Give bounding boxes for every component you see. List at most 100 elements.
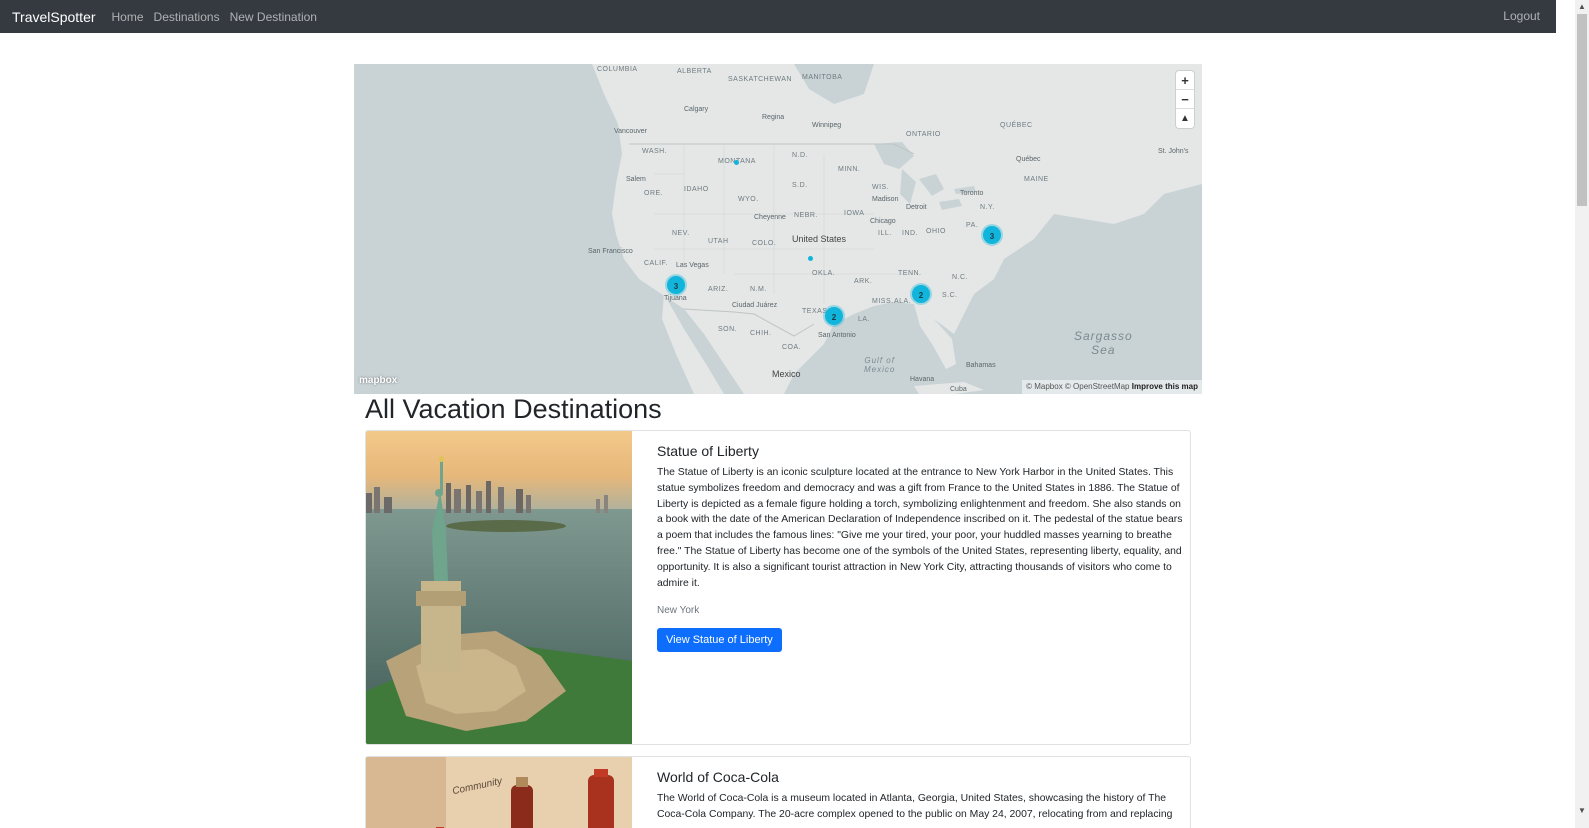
destination-title: Statue of Liberty — [657, 443, 759, 459]
map-label-nc: N.C. — [952, 274, 968, 281]
nav-destinations[interactable]: Destinations — [154, 10, 220, 24]
map-label-colo: COLO. — [752, 240, 777, 247]
destination-card: Statue of Liberty The Statue of Liberty … — [365, 430, 1191, 745]
destination-card-body: Statue of Liberty The Statue of Liberty … — [657, 443, 1183, 653]
map-label-ariz: ARIZ. — [708, 286, 729, 293]
map-sea-gulf: Gulf of Mexico — [864, 356, 896, 374]
brand-link[interactable]: TravelSpotter — [12, 9, 96, 25]
destination-title: World of Coca-Cola — [657, 769, 779, 785]
page-title: All Vacation Destinations — [365, 394, 662, 424]
map-label-texas: TEXAS — [802, 308, 828, 315]
destinations-map[interactable]: COLUMBIA ALBERTA SASKATCHEWAN MANITOBA O… — [354, 64, 1202, 394]
map-city-las-vegas: Las Vegas — [676, 262, 709, 269]
map-label-wis: WIS. — [872, 184, 890, 191]
map-city-quebec: Québec — [1016, 156, 1041, 163]
map-label-coa: COA. — [782, 344, 802, 351]
nav-new-destination[interactable]: New Destination — [230, 10, 317, 24]
map-city-tijuana: Tijuana — [664, 295, 687, 302]
map-city-salem: Salem — [626, 176, 646, 183]
view-destination-button[interactable]: View Statue of Liberty — [657, 628, 782, 653]
map-label-miss: MISS. — [872, 298, 894, 305]
map-label-utah: UTAH — [708, 238, 729, 245]
map-city-chicago: Chicago — [870, 218, 896, 225]
map-city-cuba: Cuba — [950, 386, 967, 393]
map-cluster-east[interactable]: 3 — [983, 226, 1001, 244]
map-label-wyo: WYO. — [738, 196, 759, 203]
map-label-nd: N.D. — [792, 152, 808, 159]
map-city-st-johns: St. John's — [1158, 148, 1189, 155]
map-label-minn: MINN. — [838, 166, 861, 173]
map-cluster-west[interactable]: 3 — [667, 276, 685, 294]
map-label-nebr: NEBR. — [794, 212, 818, 219]
scroll-up-arrow-icon[interactable]: ▲ — [1575, 0, 1589, 14]
map-label-okla: OKLA. — [812, 270, 836, 277]
destination-description: The World of Coca-Cola is a museum locat… — [657, 793, 1173, 820]
page-scrollbar[interactable]: ▲ ▼ — [1575, 0, 1589, 828]
map-label-ill: ILL. — [878, 230, 892, 237]
map-city-san-antonio: San Antonio — [818, 332, 856, 339]
map-city-calgary: Calgary — [684, 106, 709, 113]
map-label-sc: S.C. — [942, 292, 958, 299]
map-controls: + − ▲ — [1176, 71, 1194, 128]
map-label-ontario: ONTARIO — [906, 131, 941, 138]
zoom-in-icon[interactable]: + — [1176, 71, 1194, 90]
improve-map-link[interactable]: Improve this map — [1132, 382, 1198, 391]
compass-icon[interactable]: ▲ — [1176, 109, 1194, 128]
map-city-madison: Madison — [872, 196, 899, 203]
map-point-montana[interactable] — [734, 160, 739, 165]
map-label-ohio: OHIO — [926, 228, 946, 235]
map-label-wash: WASH. — [642, 148, 668, 155]
map-label-ind: IND. — [902, 230, 918, 237]
map-country-mexico: Mexico — [772, 369, 801, 379]
map-label-calif: CALIF. — [644, 260, 669, 267]
attribution-text[interactable]: © Mapbox © OpenStreetMap — [1026, 382, 1129, 391]
zoom-out-icon[interactable]: − — [1176, 90, 1194, 109]
map-label-pa: PA. — [966, 222, 979, 229]
map-sea-sargasso: Sargasso Sea — [1074, 329, 1133, 357]
map-label-quebec: QUÉBEC — [1000, 122, 1033, 129]
destination-card: Community World of Coca-Cola The World o… — [365, 756, 1191, 828]
map-label-nm: N.M. — [750, 286, 767, 293]
map-city-havana: Havana — [910, 376, 935, 383]
map-city-regina: Regina — [762, 114, 785, 121]
map-label-manitoba: MANITOBA — [802, 74, 843, 81]
map-country-us: United States — [792, 234, 847, 244]
map-city-vancouver: Vancouver — [614, 128, 647, 135]
map-label-maine: MAINE — [1024, 176, 1049, 183]
destination-location: New York — [657, 605, 700, 617]
scroll-thumb[interactable] — [1577, 14, 1587, 206]
map-cluster-southeast[interactable]: 2 — [912, 285, 930, 303]
map-label-idaho: IDAHO — [684, 186, 709, 193]
map-city-winnipeg: Winnipeg — [812, 122, 842, 129]
map-city-toronto: Toronto — [960, 190, 984, 197]
map-city-san-francisco: San Francisco — [588, 248, 633, 255]
map-label-la: LA. — [858, 316, 871, 323]
map-label-ark: ARK. — [854, 278, 873, 285]
scroll-down-arrow-icon[interactable]: ▼ — [1575, 804, 1589, 818]
nav-home[interactable]: Home — [112, 10, 144, 24]
top-navbar: TravelSpotter Home Destinations New Dest… — [0, 0, 1556, 33]
destination-card-body: World of Coca-Cola The World of Coca-Col… — [657, 769, 1183, 823]
map-label-alberta: ALBERTA — [677, 68, 712, 75]
map-attribution: © Mapbox © OpenStreetMap Improve this ma… — [1022, 380, 1202, 394]
map-label-columbia: COLUMBIA — [597, 66, 638, 73]
map-label-son: SON. — [718, 326, 738, 333]
map-cluster-texas[interactable]: 2 — [825, 307, 843, 325]
map-point-kansas[interactable] — [808, 256, 813, 261]
statue-of-liberty-image — [366, 431, 632, 744]
map-label-chih: CHIH. — [750, 330, 772, 337]
map-city-bahamas: Bahamas — [966, 362, 996, 369]
mapbox-logo[interactable]: mapbox — [359, 375, 397, 386]
map-label-sd: S.D. — [792, 182, 808, 189]
map-label-tenn: TENN. — [898, 270, 922, 277]
logout-link[interactable]: Logout — [1503, 9, 1540, 23]
map-label-ny: N.Y. — [980, 204, 995, 211]
map-label-nev: NEV. — [672, 230, 690, 237]
destination-description: The Statue of Liberty is an iconic sculp… — [657, 467, 1183, 589]
map-city-ciudad-juarez: Ciudad Juárez — [732, 302, 778, 309]
map-label-ala: ALA. — [894, 298, 912, 305]
world-of-coca-cola-image: Community — [366, 757, 632, 828]
map-city-detroit: Detroit — [906, 204, 927, 211]
map-label-saskatchewan: SASKATCHEWAN — [728, 76, 792, 83]
map-label-iowa: IOWA — [844, 210, 865, 217]
